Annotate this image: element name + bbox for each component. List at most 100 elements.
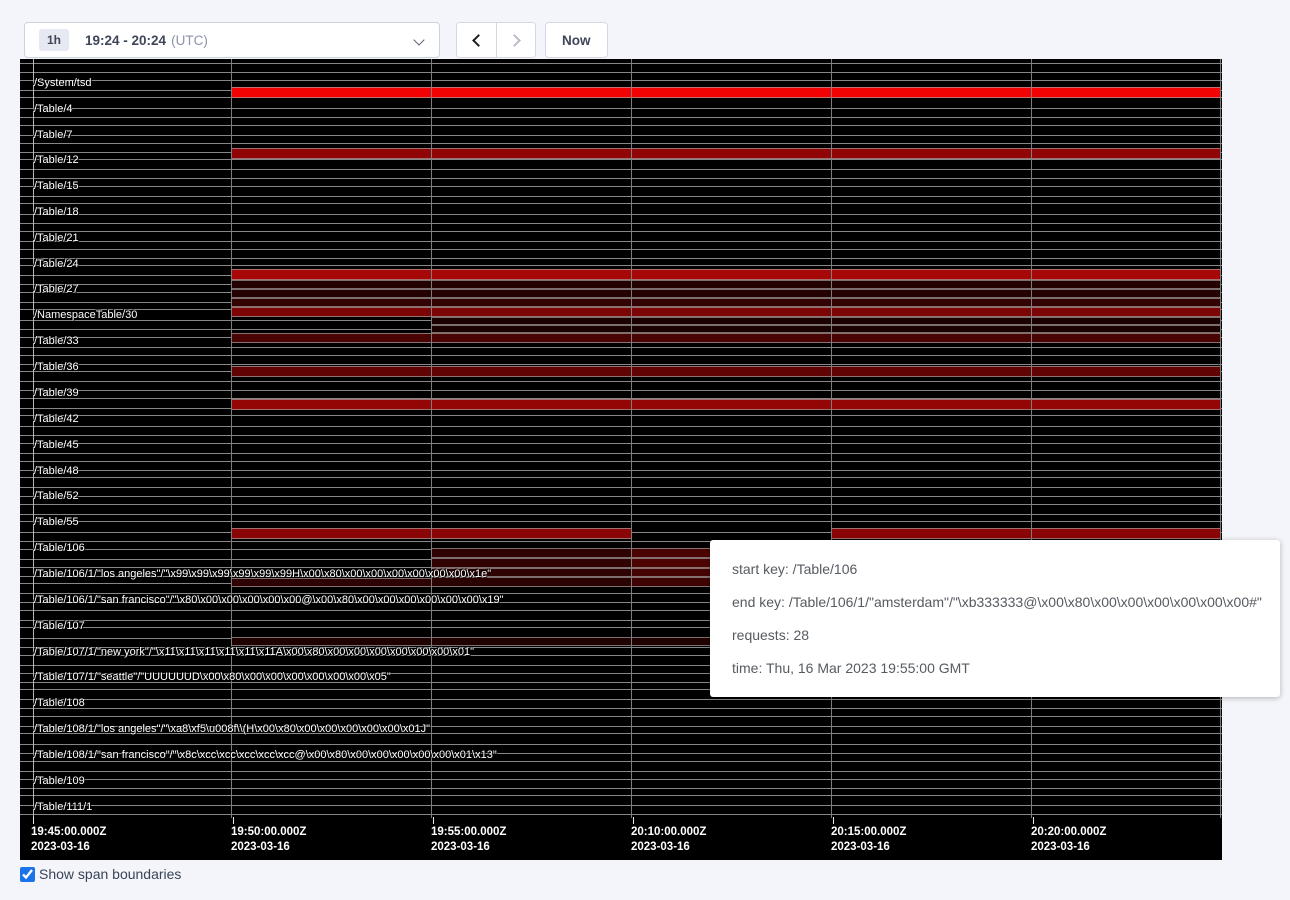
span-key-label: /Table/12 bbox=[33, 154, 79, 166]
span-key-label: /Table/107/1/"seattle"/"UUUUUUD\x00\x80\… bbox=[33, 671, 391, 683]
next-window-button[interactable] bbox=[496, 23, 535, 57]
axis-tick bbox=[633, 817, 634, 824]
span-boundary-line bbox=[20, 716, 1222, 717]
span-boundary-line bbox=[20, 477, 1222, 478]
span-tooltip: start key: /Table/106 end key: /Table/10… bbox=[710, 540, 1280, 697]
axis-date-label: 2023-03-16 bbox=[1031, 840, 1090, 855]
heat-bar bbox=[231, 333, 1221, 343]
span-boundary-line bbox=[20, 415, 1222, 416]
time-bucket-line bbox=[631, 59, 632, 818]
span-key-label: /Table/4 bbox=[33, 103, 73, 115]
heat-bar bbox=[831, 528, 1220, 539]
span-boundary-line bbox=[20, 169, 1222, 170]
span-key-label: /Table/107 bbox=[33, 620, 85, 632]
span-key-label: /Table/7 bbox=[33, 129, 73, 141]
time-bucket-line bbox=[231, 59, 232, 818]
span-boundary-line bbox=[20, 364, 1222, 365]
time-bucket-line bbox=[431, 59, 432, 818]
span-boundary-line bbox=[20, 521, 1222, 522]
heatmap-right-line bbox=[1220, 59, 1221, 818]
span-key-label: /Table/36 bbox=[33, 361, 79, 373]
footer: Show span boundaries bbox=[20, 866, 181, 882]
span-boundary-line bbox=[20, 805, 1222, 806]
span-boundary-line bbox=[20, 699, 1222, 700]
span-boundary-line bbox=[20, 223, 1222, 224]
axis-date-label: 2023-03-16 bbox=[631, 840, 690, 855]
heat-bar bbox=[231, 87, 1221, 98]
key-visualizer-heatmap[interactable]: /System/tsd/Table/4/Table/7/Table/12/Tab… bbox=[20, 59, 1222, 860]
span-key-label: /Table/24 bbox=[33, 258, 79, 270]
heat-bar bbox=[231, 399, 1221, 410]
show-span-boundaries-label: Show span boundaries bbox=[39, 866, 181, 882]
span-key-label: /Table/106 bbox=[33, 542, 85, 554]
axis-time-label: 19:45:00.000Z bbox=[31, 825, 106, 840]
span-key-label: /Table/108/1/"san francisco"/"\x8c\xcc\x… bbox=[33, 749, 497, 761]
heat-bar bbox=[431, 558, 631, 568]
span-boundary-line bbox=[20, 203, 1222, 204]
axis-time-label: 19:50:00.000Z bbox=[231, 825, 306, 840]
span-boundary-line bbox=[20, 708, 1222, 709]
span-boundary-line bbox=[20, 461, 1222, 462]
heat-bar bbox=[231, 280, 1221, 289]
tooltip-end-key: end key: /Table/106/1/"amsterdam"/"\xb33… bbox=[732, 594, 1258, 610]
span-boundary-line bbox=[20, 814, 1222, 815]
span-key-label: /Table/108 bbox=[33, 697, 85, 709]
span-key-label: /Table/42 bbox=[33, 413, 79, 425]
time-range-dropdown[interactable]: 1h 19:24 - 20:24 (UTC) bbox=[24, 22, 440, 58]
prev-window-button[interactable] bbox=[457, 23, 496, 57]
span-boundary-line bbox=[20, 779, 1222, 780]
span-boundary-line bbox=[20, 178, 1222, 179]
axis-time-label: 20:15:00.000Z bbox=[831, 825, 906, 840]
show-span-boundaries-checkbox[interactable] bbox=[20, 867, 35, 882]
heat-bar bbox=[231, 366, 1221, 377]
span-boundary-line bbox=[20, 470, 1222, 471]
span-boundary-line bbox=[20, 231, 1222, 232]
span-boundary-line bbox=[20, 496, 1222, 497]
span-boundary-line bbox=[20, 196, 1222, 197]
span-boundary-line bbox=[20, 435, 1222, 436]
span-boundary-line bbox=[20, 135, 1222, 136]
heat-bar bbox=[231, 298, 1221, 307]
span-boundary-line bbox=[20, 443, 1222, 444]
axis-date-label: 2023-03-16 bbox=[831, 840, 890, 855]
span-boundary-line bbox=[20, 186, 1222, 187]
timezone-label: (UTC) bbox=[171, 33, 208, 48]
span-boundary-line bbox=[20, 125, 1222, 126]
axis-tick bbox=[433, 817, 434, 824]
span-boundary-line bbox=[20, 487, 1222, 488]
now-button[interactable]: Now bbox=[545, 22, 608, 58]
span-key-label: /Table/55 bbox=[33, 516, 79, 528]
span-boundary-line bbox=[20, 355, 1222, 356]
time-bucket-line bbox=[1031, 59, 1032, 818]
span-boundary-line bbox=[20, 788, 1222, 789]
span-boundary-line bbox=[20, 63, 1222, 64]
toolbar: 1h 19:24 - 20:24 (UTC) Now bbox=[0, 0, 1290, 59]
span-boundary-line bbox=[20, 214, 1222, 215]
span-key-label: /Table/45 bbox=[33, 439, 79, 451]
axis-tick bbox=[33, 817, 34, 824]
heat-bar bbox=[231, 148, 1221, 159]
span-key-label: /Table/106/1/"los angeles"/"\x99\x99\x99… bbox=[33, 568, 491, 580]
axis-time-label: 20:20:00.000Z bbox=[1031, 825, 1106, 840]
span-key-label: /Table/18 bbox=[33, 206, 79, 218]
span-boundary-line bbox=[20, 381, 1222, 382]
span-boundary-line bbox=[20, 514, 1222, 515]
span-boundary-line bbox=[20, 258, 1222, 259]
span-key-label: /System/tsd bbox=[33, 77, 91, 89]
span-key-label: /Table/109 bbox=[33, 775, 85, 787]
heat-bar bbox=[231, 269, 1221, 280]
span-boundary-line bbox=[20, 795, 1222, 796]
axis-date-label: 2023-03-16 bbox=[431, 840, 490, 855]
span-boundary-line bbox=[20, 108, 1222, 109]
axis-date-label: 2023-03-16 bbox=[231, 840, 290, 855]
span-key-label: /Table/33 bbox=[33, 335, 79, 347]
axis-tick bbox=[233, 817, 234, 824]
span-boundary-line bbox=[20, 390, 1222, 391]
span-key-label: /Table/108/1/"los angeles"/"\xa8\xf5\u00… bbox=[33, 723, 430, 735]
span-boundary-line bbox=[20, 426, 1222, 427]
span-boundary-line bbox=[20, 249, 1222, 250]
tooltip-requests: requests: 28 bbox=[732, 627, 1258, 643]
span-key-label: /Table/15 bbox=[33, 180, 79, 192]
axis-date-label: 2023-03-16 bbox=[31, 840, 90, 855]
span-key-label: /Table/39 bbox=[33, 387, 79, 399]
